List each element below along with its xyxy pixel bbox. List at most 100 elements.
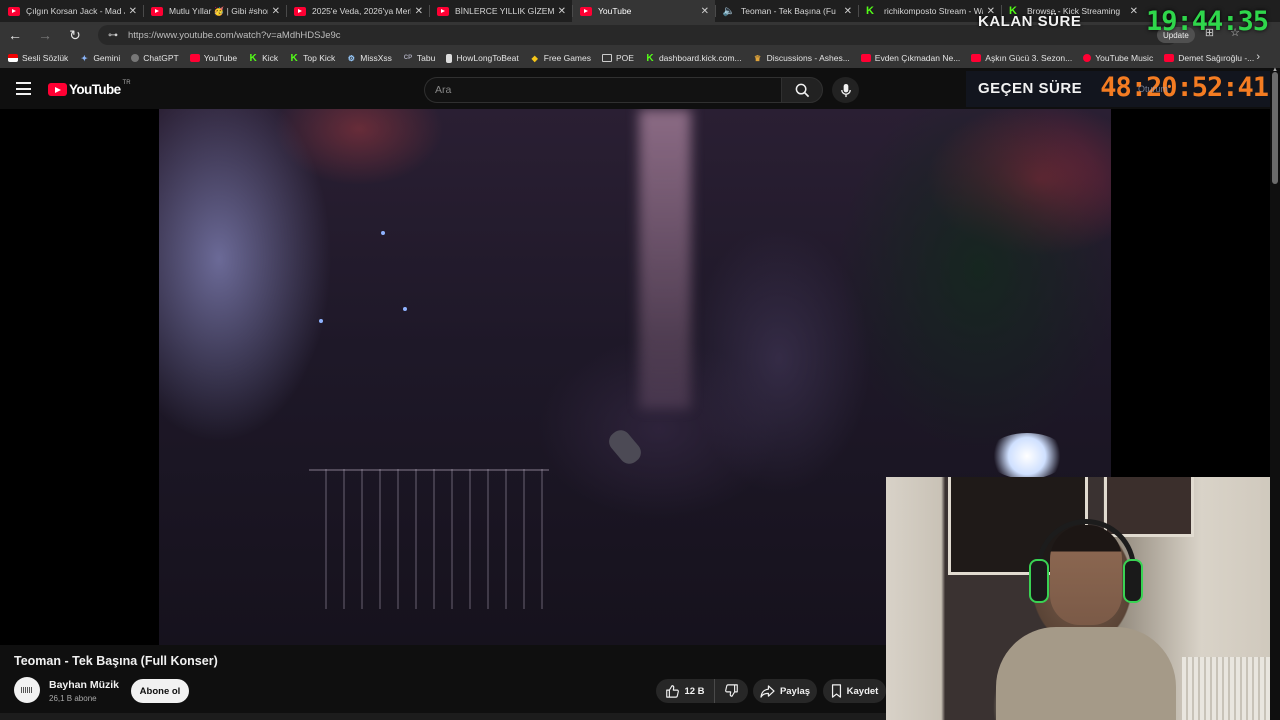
bookmark-label: Top Kick xyxy=(303,53,336,63)
youtube-icon xyxy=(151,6,163,16)
thumbs-down-icon xyxy=(724,684,738,697)
bookmark-label: Discussions - Ashes... xyxy=(766,53,850,63)
headset-cup xyxy=(1029,559,1049,603)
scrollbar-thumb[interactable] xyxy=(1272,72,1278,184)
youtube-icon xyxy=(860,54,871,62)
stream-timer-overlay: KALAN SÜRE 19:44:35 GEÇEN SÜRE 48:20:52:… xyxy=(966,0,1280,108)
youtube-icon xyxy=(8,6,20,16)
youtube-icon xyxy=(437,6,449,16)
subscribe-button[interactable]: Abone ol xyxy=(131,679,189,703)
webcam-radiator xyxy=(1182,657,1280,720)
video-scene-spotlight xyxy=(987,433,1067,479)
bookmark-item[interactable]: ◆ Free Games xyxy=(530,53,591,63)
bookmark-label: ChatGPT xyxy=(143,53,179,63)
tab-title: YouTube xyxy=(598,6,632,16)
bookmark-label: Tabu xyxy=(416,53,436,63)
voice-search-button[interactable] xyxy=(832,77,859,103)
remaining-time-value: 19:44:35 xyxy=(1145,6,1269,37)
search-input[interactable]: Ara xyxy=(424,77,781,103)
bookmark-label: dashboard.kick.com... xyxy=(658,53,742,63)
bookmark-item[interactable]: K Top Kick xyxy=(289,52,336,64)
channel-name[interactable]: Bayhan Müzik xyxy=(49,679,119,691)
forward-icon[interactable]: → xyxy=(30,27,60,43)
missxss-icon: ⚙ xyxy=(347,53,355,63)
bookmark-item[interactable]: Sesli Sözlük xyxy=(8,53,68,63)
bookmark-label: Evden Çıkmadan Ne... xyxy=(874,53,961,63)
close-tab-icon[interactable]: ✕ xyxy=(129,6,137,17)
share-button[interactable]: Paylaş xyxy=(753,679,817,703)
save-button[interactable]: Kaydet xyxy=(823,679,886,703)
search-icon xyxy=(795,83,809,97)
chatgpt-icon xyxy=(131,54,140,62)
bookmark-item[interactable]: ✦ Gemini xyxy=(79,53,120,63)
url-text[interactable]: https://www.youtube.com/watch?v=aMdhHDSJ… xyxy=(128,30,341,41)
subscriber-count: 26,1 B abone xyxy=(49,694,97,703)
save-label: Kaydet xyxy=(846,685,879,697)
close-tab-icon[interactable]: ✕ xyxy=(415,6,423,17)
youtube-icon xyxy=(580,6,592,16)
bookmark-item[interactable]: Kdashboard.kick.com... xyxy=(645,52,742,64)
bookmark-item[interactable]: ChatGPT xyxy=(131,53,179,63)
close-tab-icon[interactable]: ✕ xyxy=(844,6,852,17)
like-button[interactable]: 12 B xyxy=(656,679,715,703)
video-scene-railing xyxy=(309,469,549,609)
video-scene-light xyxy=(639,109,691,409)
bookmark-label: Sesli Sözlük xyxy=(22,53,69,63)
headset-cup xyxy=(1123,559,1143,603)
kick-icon: K xyxy=(646,52,654,64)
video-scene-dot xyxy=(319,319,323,323)
youtube-logo[interactable]: YouTube TR xyxy=(48,80,131,97)
bookmark-item[interactable]: HowLongToBeat xyxy=(446,53,519,63)
bookmark-label: Free Games xyxy=(543,53,591,63)
tab-title: Mutlu Yıllar 🥳 | Gibi #shorts xyxy=(169,5,268,16)
close-tab-icon[interactable]: ✕ xyxy=(558,6,566,17)
browser-tab[interactable]: Mutlu Yıllar 🥳 | Gibi #shorts ✕ xyxy=(143,0,286,22)
search-button[interactable] xyxy=(781,77,823,103)
logo-text: YouTube xyxy=(69,82,121,97)
page-scrollbar[interactable]: ▲ xyxy=(1270,67,1280,720)
back-icon[interactable]: ← xyxy=(0,27,30,43)
elapsed-time-panel: GEÇEN SÜRE 48:20:52:41 xyxy=(966,71,1280,107)
bookmark-item[interactable]: ♛ Discussions - Ashes... xyxy=(753,53,850,63)
browser-tab[interactable]: 🔈 Teoman - Tek Başına (Fu ✕ xyxy=(715,0,858,22)
kick-icon: K xyxy=(290,52,298,64)
reload-icon[interactable]: ↻ xyxy=(60,27,90,44)
flag-icon xyxy=(8,54,18,62)
dislike-button[interactable] xyxy=(715,679,748,703)
hltb-icon xyxy=(446,53,453,63)
browser-tab[interactable]: Çılgın Korsan Jack - Mad Jac ✕ xyxy=(0,0,143,22)
close-tab-icon[interactable]: ✕ xyxy=(701,6,709,17)
bookmark-item[interactable]: CP Tabu xyxy=(403,53,436,63)
bookmark-item[interactable]: Evden Çıkmadan Ne... xyxy=(860,53,961,63)
close-tab-icon[interactable]: ✕ xyxy=(272,6,280,17)
site-info-icon[interactable]: ⊶ xyxy=(108,30,118,41)
webcam-window xyxy=(1104,477,1194,537)
bookmark-item[interactable]: POE xyxy=(602,53,634,63)
browser-tab[interactable]: 2025'e Veda, 2026'ya Merhab ✕ xyxy=(286,0,429,22)
like-dislike-group: 12 B xyxy=(656,679,748,703)
bookmark-item[interactable]: YouTube xyxy=(189,53,238,63)
bookmark-item[interactable]: ⚙ MissXss xyxy=(346,53,392,63)
bookmark-label: POE xyxy=(616,53,634,63)
menu-icon[interactable] xyxy=(16,82,31,99)
sign-in-button[interactable]: Oturum xyxy=(1138,84,1168,94)
youtube-icon xyxy=(189,54,200,62)
channel-avatar[interactable] xyxy=(14,677,40,703)
kick-icon: K xyxy=(249,52,257,64)
remaining-time-label: KALAN SÜRE xyxy=(978,13,1082,30)
elapsed-time-label: GEÇEN SÜRE xyxy=(978,80,1083,97)
youtube-icon xyxy=(294,6,306,16)
share-label: Paylaş xyxy=(779,685,811,697)
bookmark-label: HowLongToBeat xyxy=(456,53,519,63)
crown-icon: ♛ xyxy=(754,53,762,63)
tab-title: Teoman - Tek Başına (Fu xyxy=(741,6,836,16)
folder-icon xyxy=(602,54,612,62)
tab-title: 2025'e Veda, 2026'ya Merhab xyxy=(312,6,411,16)
browser-tab-active[interactable]: YouTube ✕ xyxy=(572,0,715,22)
bookmark-label: YouTube xyxy=(203,53,238,63)
browser-tab[interactable]: BİNLERCE YILLIK GİZEM | Ser ✕ xyxy=(429,0,572,22)
video-scene-microphone xyxy=(605,426,645,468)
bookmark-item[interactable]: K Kick xyxy=(248,52,278,64)
tab-title: Çılgın Korsan Jack - Mad Jac xyxy=(26,6,125,16)
speaker-icon[interactable]: 🔈 xyxy=(723,6,735,17)
